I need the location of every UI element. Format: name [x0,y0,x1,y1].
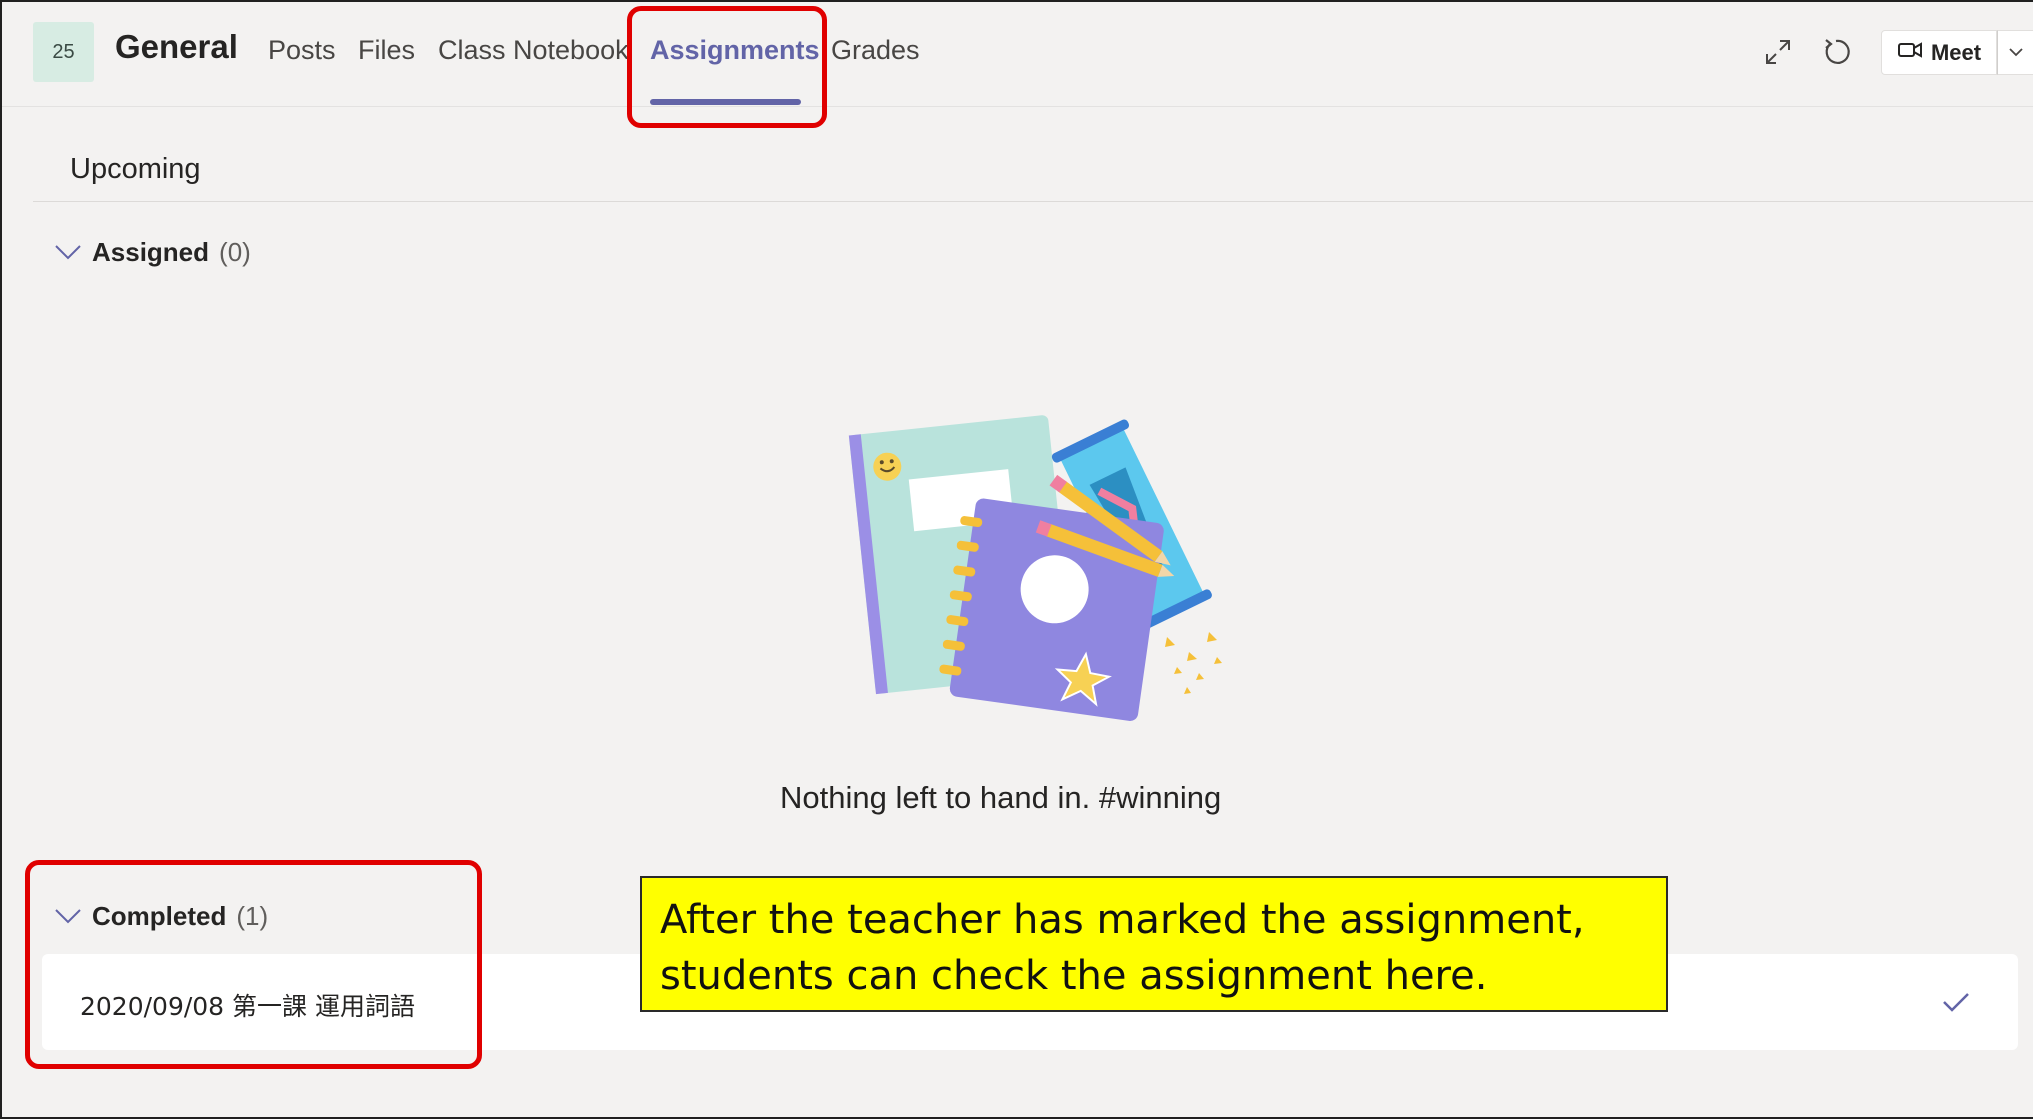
assigned-label: Assigned [92,237,210,267]
checkmark-icon [1938,984,1974,1020]
channel-header: 25 General Posts Files Class Notebook As… [2,2,2033,107]
meet-label: Meet [1930,39,1982,65]
refresh-icon[interactable] [1816,32,1856,72]
teams-assignments-window: 25 General Posts Files Class Notebook As… [0,0,2033,1119]
tab-files[interactable]: Files [358,35,415,66]
chevron-down-icon [2008,44,2024,62]
channel-title: General [115,28,238,65]
meet-dropdown-button[interactable] [1997,30,2033,75]
team-badge: 25 [33,22,94,82]
tab-posts[interactable]: Posts [268,35,336,66]
annotation-callout: After the teacher has marked the assignm… [640,876,1668,1012]
section-title-upcoming: Upcoming [70,153,201,185]
empty-state-illustration [837,407,1237,727]
tab-grades[interactable]: Grades [831,35,920,66]
assigned-group-toggle[interactable]: Assigned (0) [54,237,251,268]
expand-icon[interactable] [1758,32,1798,72]
video-camera-icon [1897,39,1923,67]
assigned-count: (0) [219,237,251,267]
assignments-tab-highlight [627,6,827,128]
section-divider [33,201,2033,202]
completed-section-highlight [25,860,482,1069]
chevron-down-icon [54,237,82,268]
meet-button[interactable]: Meet [1881,30,1997,75]
empty-state-text: Nothing left to hand in. #winning [780,780,1222,815]
tab-class-notebook[interactable]: Class Notebook [438,35,629,66]
